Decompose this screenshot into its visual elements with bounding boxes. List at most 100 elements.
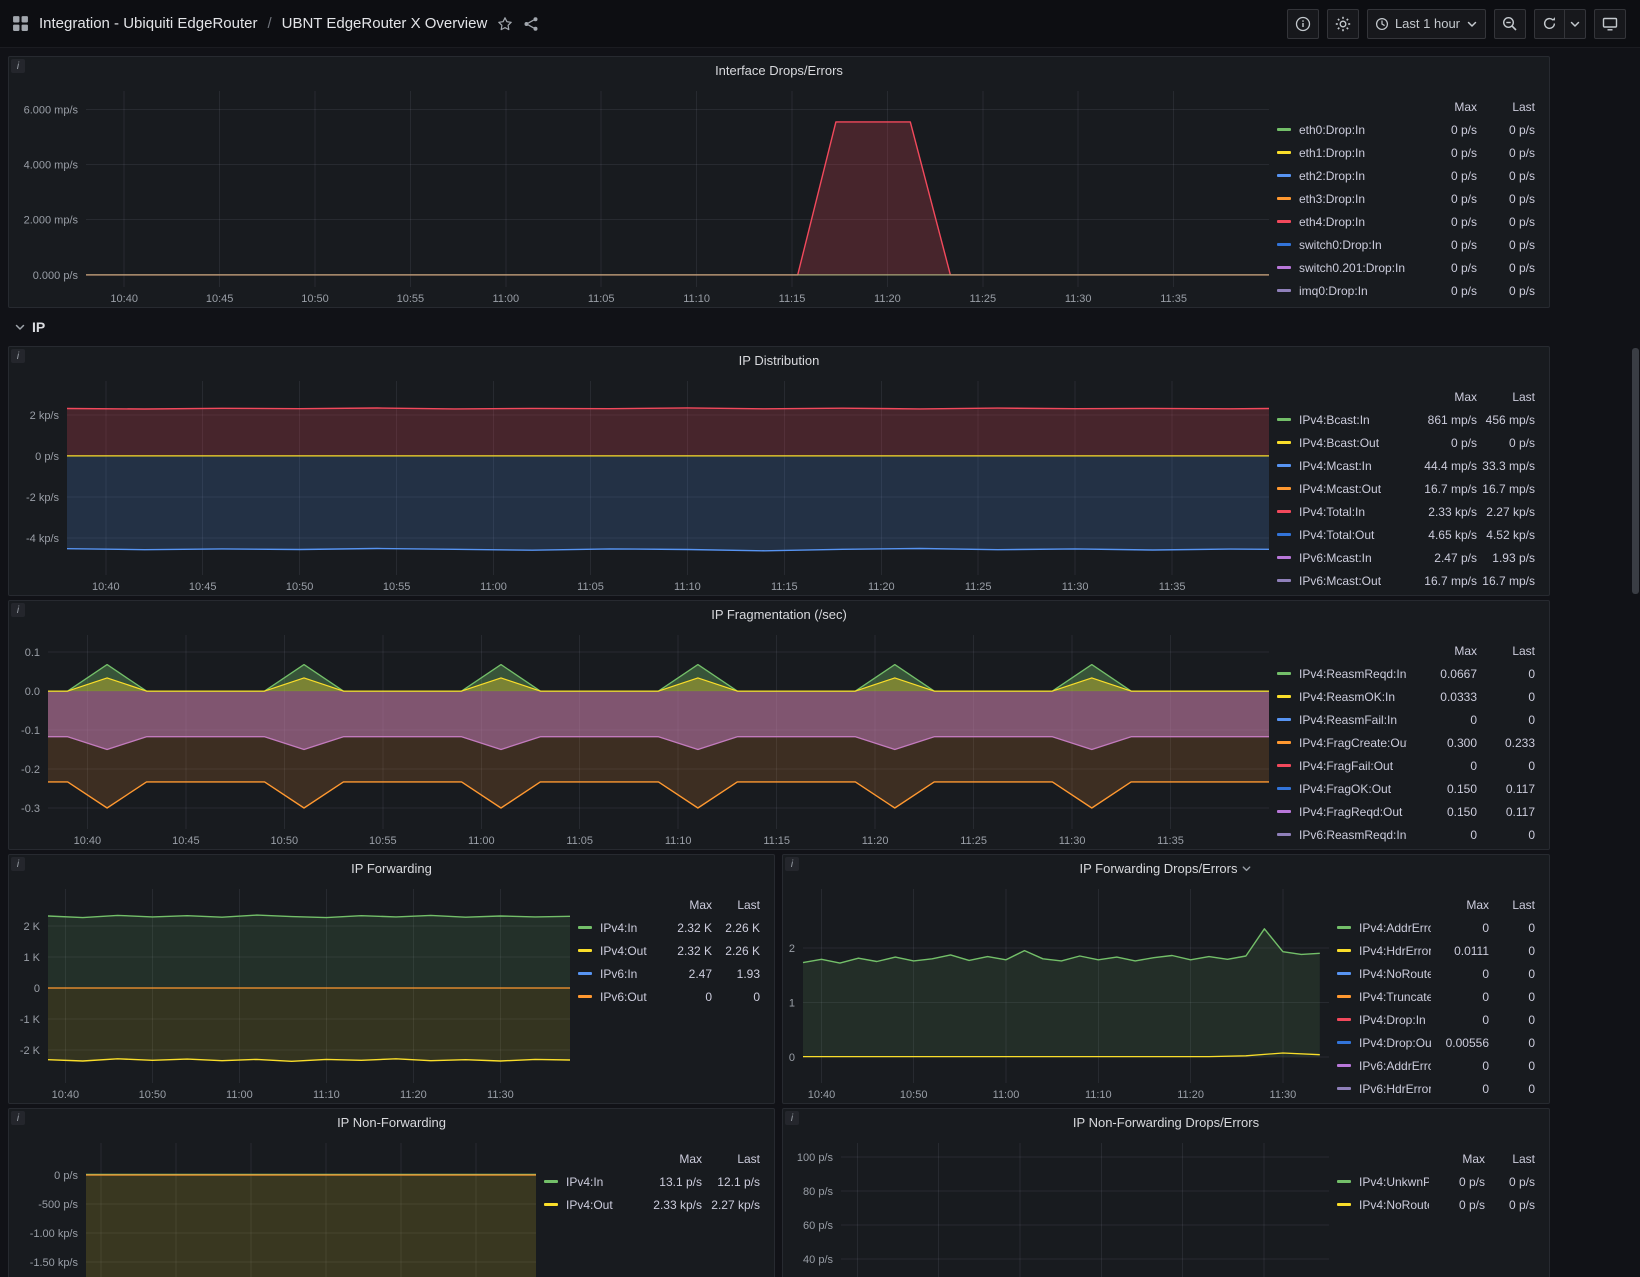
series-label[interactable]: IPv4:Truncated:In <box>1359 990 1431 1004</box>
chart-area[interactable]: 10:4010:4510:5010:5511:0011:0511:1011:15… <box>9 627 1273 849</box>
series-label[interactable]: IPv4:Drop:In <box>1359 1013 1431 1027</box>
legend-sort-last[interactable]: Last <box>1477 100 1535 114</box>
series-label[interactable]: IPv6:Out <box>600 990 658 1004</box>
series-label[interactable]: IPv4:ReasmOK:In <box>1299 690 1407 704</box>
series-label[interactable]: IPv4:UnkwnProto:In <box>1359 1175 1429 1189</box>
legend-sort-last[interactable]: Last <box>712 898 760 912</box>
series-label[interactable]: IPv6:Mcast:Out <box>1299 574 1407 588</box>
series-label[interactable]: IPv6:ReasmReqd:In <box>1299 828 1407 842</box>
series-label[interactable]: IPv4:Out <box>566 1198 638 1212</box>
series-label[interactable]: IPv4:Out <box>600 944 658 958</box>
svg-text:11:00: 11:00 <box>226 1089 253 1101</box>
panel-info-icon[interactable]: i <box>11 349 25 363</box>
series-label[interactable]: IPv4:Mcast:In <box>1299 459 1407 473</box>
panel-title[interactable]: IP Forwarding Drops/Errors <box>783 855 1549 881</box>
series-last-value: 0 p/s <box>1477 123 1535 137</box>
panel-title[interactable]: IP Non-Forwarding Drops/Errors <box>783 1109 1549 1135</box>
legend-sort-last[interactable]: Last <box>1477 644 1535 658</box>
panel-info-icon[interactable]: i <box>11 857 25 871</box>
chart-area[interactable]: 10:4010:5011:0011:1011:2011:302 K1 K0-1 … <box>9 881 574 1103</box>
legend-sort-max[interactable]: Max <box>1431 898 1489 912</box>
panel-title[interactable]: IP Fragmentation (/sec) <box>9 601 1549 627</box>
series-color-swatch <box>1337 1064 1351 1067</box>
series-label[interactable]: IPv4:HdrError:In <box>1359 944 1431 958</box>
series-label[interactable]: eth3:Drop:In <box>1299 192 1407 206</box>
dashboard-info-button[interactable] <box>1287 9 1319 39</box>
series-label[interactable]: switch0.201:Drop:In <box>1299 261 1407 275</box>
series-label[interactable]: IPv6:HdrError:In <box>1359 1082 1431 1096</box>
series-label[interactable]: IPv6:In <box>600 967 658 981</box>
chart-area[interactable]: 10:4010:4510:5010:5511:0011:0511:1011:15… <box>9 373 1273 595</box>
series-label[interactable]: IPv4:FragCreate:Out <box>1299 736 1407 750</box>
legend-row: IPv6:Out00 <box>578 985 760 1008</box>
legend-sort-last[interactable]: Last <box>1485 1152 1535 1166</box>
panel-title[interactable]: IP Forwarding <box>9 855 774 881</box>
panel-info-icon[interactable]: i <box>11 59 25 73</box>
dashboard-settings-button[interactable] <box>1327 9 1359 39</box>
series-label[interactable]: IPv4:Drop:Out <box>1359 1036 1431 1050</box>
series-label[interactable]: IPv4:NoRoute:In <box>1359 967 1431 981</box>
series-label[interactable]: IPv6:AddrError:In <box>1359 1059 1431 1073</box>
scrollbar-thumb[interactable] <box>1632 348 1639 594</box>
legend-sort-max[interactable]: Max <box>1407 644 1477 658</box>
series-label[interactable]: IPv4:In <box>600 921 658 935</box>
series-label[interactable]: eth1:Drop:In <box>1299 146 1407 160</box>
panel-info-icon[interactable]: i <box>11 603 25 617</box>
chart-area[interactable]: 0 p/s-500 p/s-1.00 kp/s-1.50 kp/s <box>9 1135 540 1277</box>
series-label[interactable]: IPv4:AddrError:In <box>1359 921 1431 935</box>
series-label[interactable]: IPv4:Bcast:Out <box>1299 436 1407 450</box>
chart-area[interactable]: 10:4010:5011:0011:1011:2011:30012 <box>783 881 1333 1103</box>
series-label[interactable]: eth2:Drop:In <box>1299 169 1407 183</box>
svg-text:2 K: 2 K <box>23 921 40 933</box>
series-color-swatch <box>1337 1041 1351 1044</box>
star-icon[interactable] <box>497 16 513 32</box>
series-label[interactable]: IPv4:In <box>566 1175 638 1189</box>
legend-sort-max[interactable]: Max <box>1407 390 1477 404</box>
series-label[interactable]: IPv4:ReasmFail:In <box>1299 713 1407 727</box>
series-label[interactable]: IPv4:Mcast:Out <box>1299 482 1407 496</box>
series-label[interactable]: IPv4:FragReqd:Out <box>1299 805 1407 819</box>
time-picker-button[interactable]: Last 1 hour <box>1367 9 1486 39</box>
legend-sort-last[interactable]: Last <box>702 1152 760 1166</box>
legend-sort-max[interactable]: Max <box>658 898 712 912</box>
chart-area[interactable]: 100 p/s80 p/s60 p/s40 p/s <box>783 1135 1333 1277</box>
apps-grid-icon[interactable] <box>12 15 29 32</box>
panel-info-icon[interactable]: i <box>11 1111 25 1125</box>
panel-title[interactable]: IP Non-Forwarding <box>9 1109 774 1135</box>
series-label[interactable]: IPv6:Mcast:In <box>1299 551 1407 565</box>
series-label[interactable]: IPv4:FragOK:Out <box>1299 782 1407 796</box>
series-label[interactable]: IPv4:Bcast:In <box>1299 413 1407 427</box>
series-color-swatch <box>1277 151 1291 154</box>
panel-menu-chevron-icon[interactable] <box>1241 863 1252 874</box>
series-label[interactable]: eth4:Drop:In <box>1299 215 1407 229</box>
legend-sort-max[interactable]: Max <box>638 1152 702 1166</box>
scrollbar[interactable] <box>1632 48 1639 1277</box>
svg-text:11:05: 11:05 <box>566 835 593 847</box>
series-last-value: 4.52 kp/s <box>1477 528 1535 542</box>
series-label[interactable]: eth0:Drop:In <box>1299 123 1407 137</box>
refresh-button[interactable] <box>1534 9 1565 39</box>
series-label[interactable]: imq0:Drop:In <box>1299 284 1407 298</box>
series-label[interactable]: IPv4:Total:In <box>1299 505 1407 519</box>
zoom-out-button[interactable] <box>1494 9 1526 39</box>
series-label[interactable]: IPv4:ReasmReqd:In <box>1299 667 1407 681</box>
series-max-value: 2.32 K <box>658 944 712 958</box>
row-toggle-ip[interactable]: IP <box>8 312 1632 342</box>
legend-sort-max[interactable]: Max <box>1429 1152 1485 1166</box>
share-icon[interactable] <box>523 16 539 32</box>
panel-info-icon[interactable]: i <box>785 1111 799 1125</box>
legend-sort-last[interactable]: Last <box>1489 898 1535 912</box>
breadcrumb-folder[interactable]: Integration - Ubiquiti EdgeRouter <box>39 15 257 32</box>
legend-sort-max[interactable]: Max <box>1407 100 1477 114</box>
kiosk-mode-button[interactable] <box>1594 9 1626 39</box>
legend-sort-last[interactable]: Last <box>1477 390 1535 404</box>
chart-area[interactable]: 10:4010:4510:5010:5511:0011:0511:1011:15… <box>9 83 1273 307</box>
panel-info-icon[interactable]: i <box>785 857 799 871</box>
refresh-interval-dropdown[interactable] <box>1565 9 1586 39</box>
panel-title[interactable]: IP Distribution <box>9 347 1549 373</box>
series-label[interactable]: IPv4:FragFail:Out <box>1299 759 1407 773</box>
series-label[interactable]: switch0:Drop:In <box>1299 238 1407 252</box>
series-label[interactable]: IPv4:NoRoute:Out <box>1359 1198 1429 1212</box>
series-label[interactable]: IPv4:Total:Out <box>1299 528 1407 542</box>
panel-title[interactable]: Interface Drops/Errors <box>9 57 1549 83</box>
